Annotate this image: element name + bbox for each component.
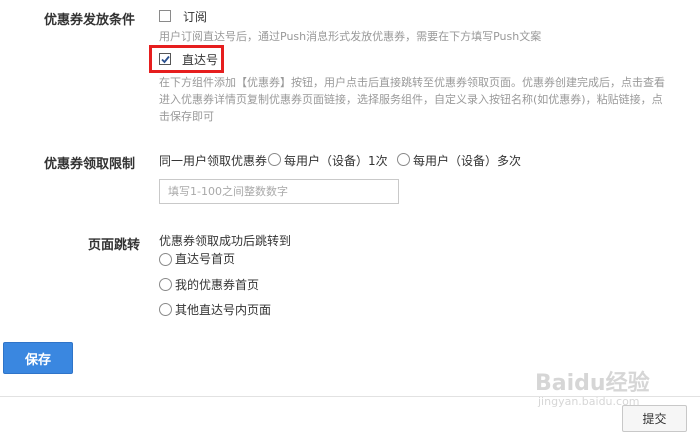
direct-checkbox[interactable] bbox=[159, 53, 171, 65]
redirect-other-page-radio[interactable] bbox=[159, 303, 172, 316]
redirect-my-coupons-radio[interactable] bbox=[159, 278, 172, 291]
redirect-other-page-label: 其他直达号内页面 bbox=[175, 303, 272, 317]
subscribe-hint: 用户订阅直达号后，通过Push消息形式发放优惠券，需要在下方填写Push文案 bbox=[159, 30, 542, 43]
baidu-watermark-logo: Baidu经验 bbox=[535, 371, 650, 396]
baidu-watermark-url: jingyan.baidu.com bbox=[538, 395, 640, 408]
subscribe-checkbox[interactable] bbox=[159, 10, 171, 22]
direct-label: 直达号 bbox=[182, 53, 219, 67]
limit-prefix: 同一用户领取优惠券 bbox=[159, 154, 268, 168]
limit-once-label: 每用户（设备）1次 bbox=[284, 154, 388, 168]
coupon-conditions-label: 优惠券发放条件 bbox=[44, 13, 136, 28]
redirect-description: 优惠券领取成功后跳转到 bbox=[159, 234, 292, 248]
submit-button[interactable]: 提交 bbox=[622, 405, 687, 432]
checkmark-icon bbox=[161, 55, 170, 64]
limit-multiple-label: 每用户（设备）多次 bbox=[413, 154, 522, 168]
redirect-my-coupons-label: 我的优惠券首页 bbox=[175, 278, 260, 292]
save-button[interactable]: 保存 bbox=[3, 342, 73, 374]
subscribe-label: 订阅 bbox=[183, 10, 208, 24]
direct-hint: 在下方组件添加【优惠券】按钮，用户点击后直接跳转至优惠券领取页面。优惠券创建完成… bbox=[159, 76, 665, 123]
coupon-limit-label: 优惠券领取限制 bbox=[44, 157, 136, 172]
limit-multiple-radio[interactable] bbox=[397, 153, 410, 166]
redirect-home-label: 直达号首页 bbox=[175, 252, 236, 266]
limit-once-radio[interactable] bbox=[268, 153, 281, 166]
page-redirect-label: 页面跳转 bbox=[88, 238, 141, 253]
limit-count-input[interactable] bbox=[159, 179, 399, 204]
redirect-home-radio[interactable] bbox=[159, 253, 172, 266]
